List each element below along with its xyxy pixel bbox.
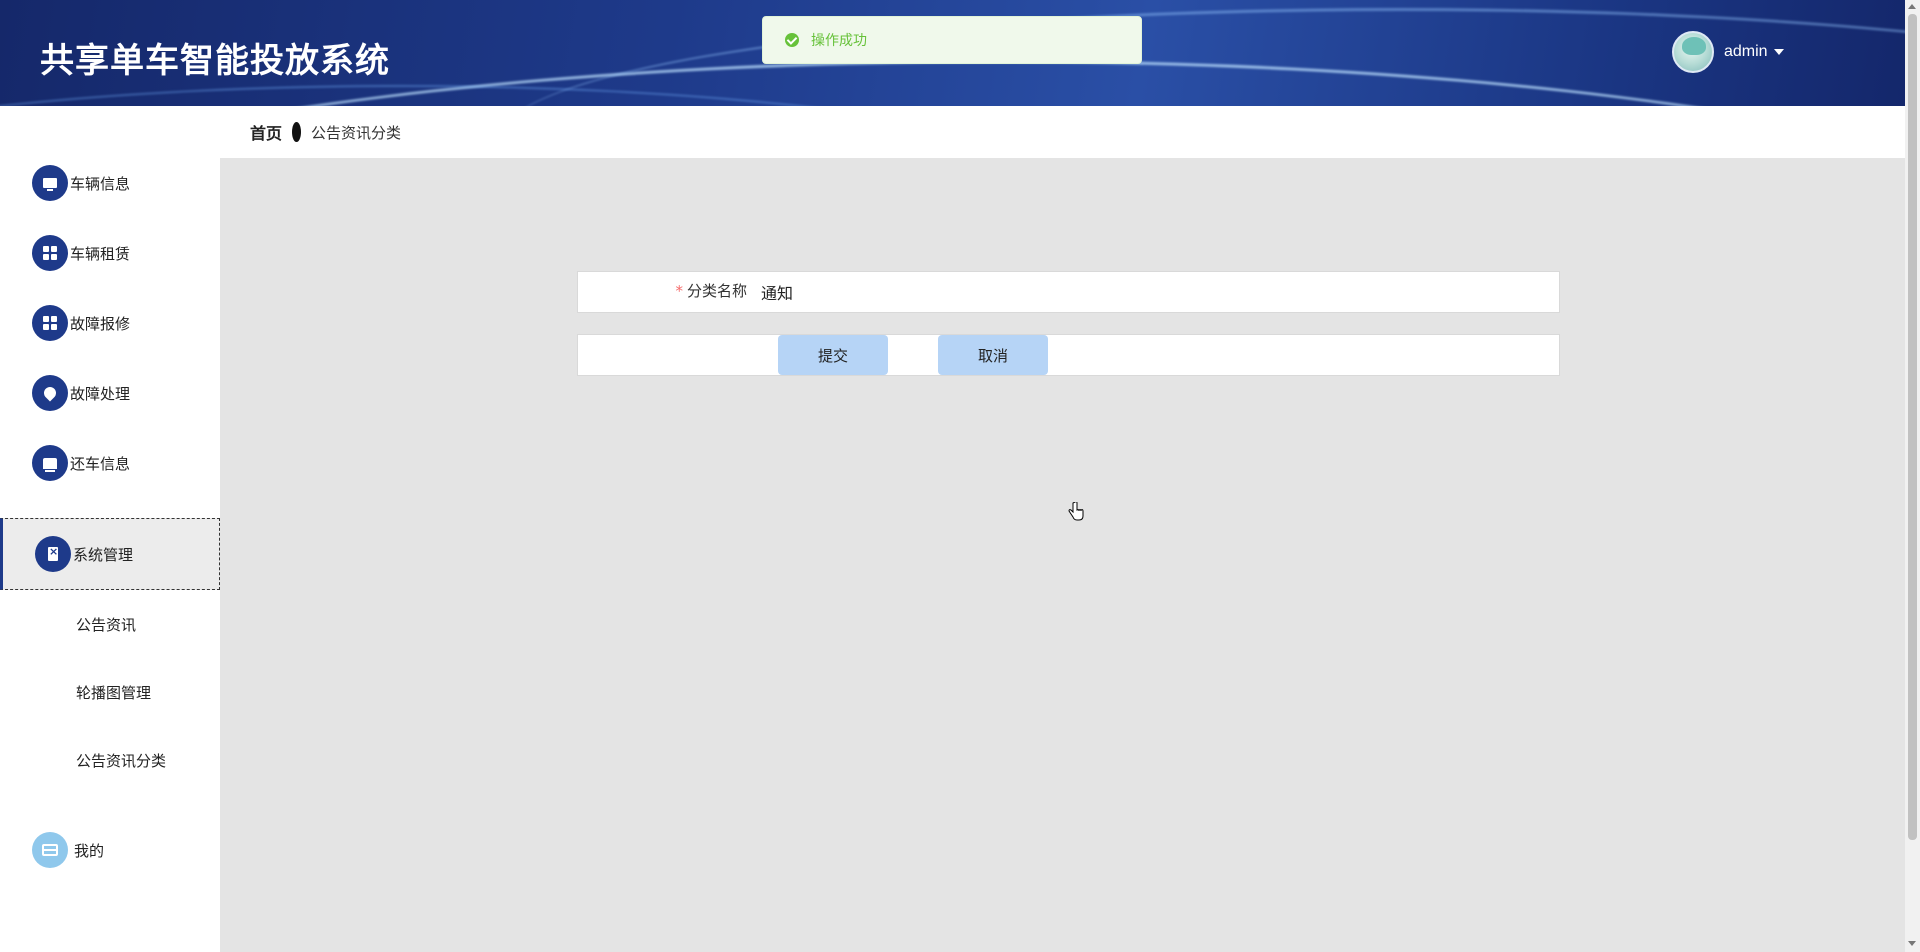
scroll-down-arrow-icon[interactable] [1908, 941, 1916, 946]
toast-message: 操作成功 [811, 33, 867, 49]
sidebar-item-label: 故障处理 [70, 384, 131, 403]
cart-icon [32, 445, 68, 481]
form-actions-row: 提交 取消 [577, 334, 1560, 376]
sidebar-subitem-announcement-category[interactable]: 公告资讯分类 [0, 735, 220, 785]
monitor-icon [32, 165, 68, 201]
sidebar-item-label: 车辆租赁 [70, 244, 131, 263]
user-menu[interactable]: admin [1672, 31, 1784, 73]
grid-icon [32, 305, 68, 341]
sidebar-item-mine[interactable]: 我的 [0, 818, 220, 882]
check-circle-icon [785, 33, 799, 47]
frame-icon [32, 832, 68, 868]
grid-icon [32, 235, 68, 271]
category-name-row: * 分类名称 [577, 271, 1560, 313]
username[interactable]: admin [1724, 43, 1768, 61]
breadcrumb-current: 公告资讯分类 [311, 123, 402, 142]
sidebar-item-label: 我的 [74, 841, 105, 860]
category-name-label: * 分类名称 [675, 280, 747, 301]
hand-pointer-cursor-icon [1068, 502, 1084, 521]
sidebar-item-label: 故障报修 [70, 314, 131, 333]
sidebar-item-vehicle-info[interactable]: 车辆信息 [0, 151, 220, 215]
sidebar-item-return-info[interactable]: 还车信息 [0, 431, 220, 495]
sidebar: 车辆信息 车辆租赁 故障报修 故障处理 还车信息 系统管理 公告资讯 轮播图管理… [0, 106, 220, 952]
sidebar-item-fault-handling[interactable]: 故障处理 [0, 361, 220, 425]
breadcrumb-separator-icon [292, 122, 302, 142]
app-title: 共享单车智能投放系统 [40, 41, 390, 81]
vertical-scrollbar[interactable] [1905, 0, 1920, 952]
category-name-input[interactable] [761, 274, 1541, 310]
sidebar-item-label: 车辆信息 [70, 174, 131, 193]
clipboard-icon [35, 536, 71, 572]
sidebar-subitem-announcements[interactable]: 公告资讯 [0, 599, 220, 649]
category-name-label-text: 分类名称 [686, 282, 747, 300]
cancel-button[interactable]: 取消 [938, 335, 1048, 375]
breadcrumb-home[interactable]: 首页 [250, 120, 282, 144]
sidebar-item-vehicle-rental[interactable]: 车辆租赁 [0, 221, 220, 285]
sidebar-item-label: 还车信息 [70, 454, 131, 473]
sidebar-item-label: 系统管理 [73, 545, 134, 564]
sidebar-item-fault-report[interactable]: 故障报修 [0, 291, 220, 355]
sidebar-item-system-management[interactable]: 系统管理 [0, 518, 220, 590]
sidebar-subitem-label: 轮播图管理 [76, 683, 152, 702]
scrollbar-thumb[interactable] [1908, 14, 1917, 840]
sidebar-subitem-carousel[interactable]: 轮播图管理 [0, 667, 220, 717]
success-toast: 操作成功 [762, 16, 1142, 64]
main-content: *分类名称 提交 取消 [220, 158, 1905, 952]
breadcrumb: 首页 公告资讯分类 [220, 106, 1905, 158]
sidebar-subitem-label: 公告资讯分类 [76, 751, 167, 770]
required-mark: * [675, 282, 683, 300]
caret-down-icon[interactable] [1773, 49, 1784, 55]
location-pin-icon [32, 375, 68, 411]
sidebar-subitem-label: 公告资讯 [76, 615, 137, 634]
avatar[interactable] [1672, 31, 1714, 73]
scroll-up-arrow-icon[interactable] [1908, 4, 1916, 9]
submit-button[interactable]: 提交 [778, 335, 888, 375]
